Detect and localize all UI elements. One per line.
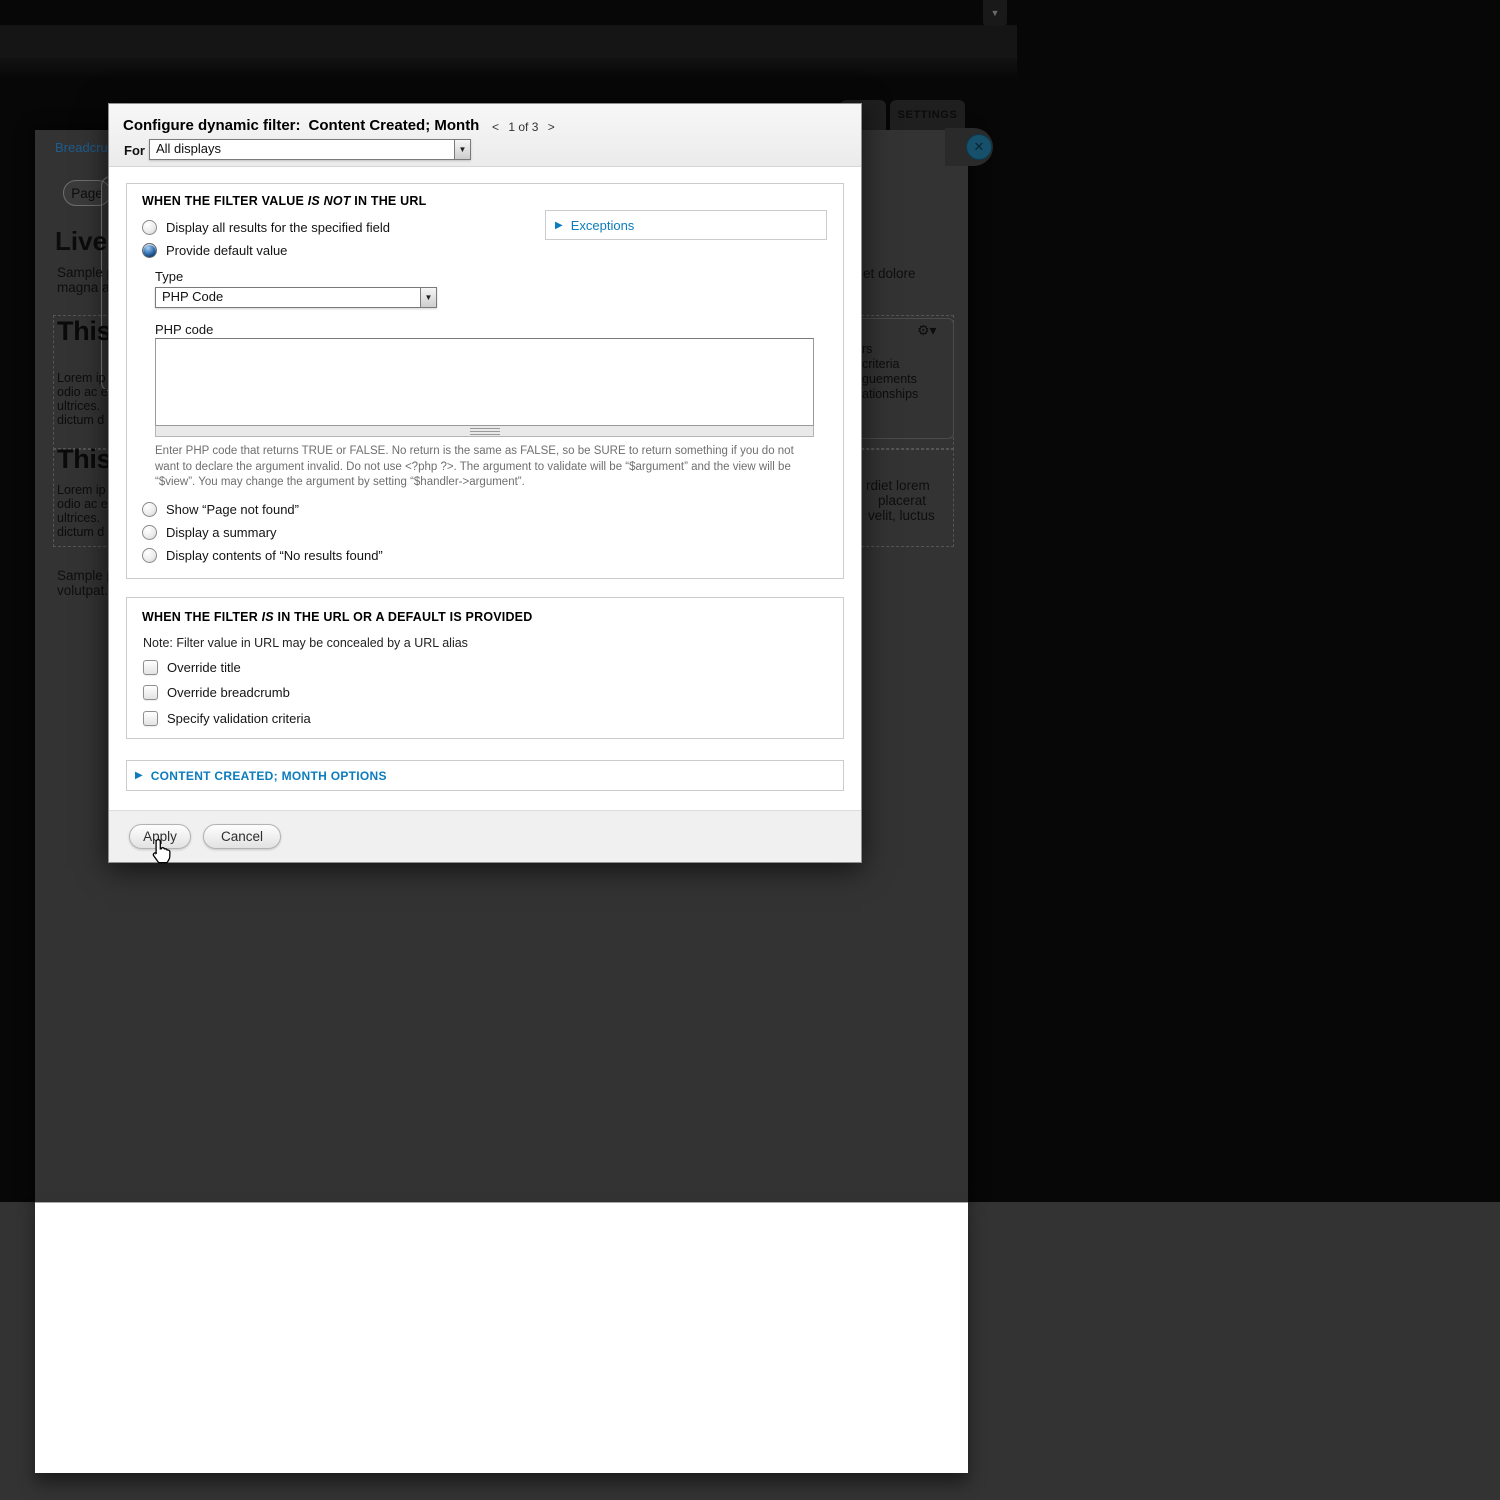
display-tab-page-label: Page [71,186,103,201]
tab-settings[interactable]: SETTINGS [890,100,965,130]
chevron-down-icon: ▼ [454,140,470,159]
gear-icon[interactable]: ⚙▾ [917,322,937,339]
modal-title-item: Content Created; Month [309,117,480,134]
exceptions-toggle[interactable]: ▶ Exceptions [545,210,827,240]
page-lower-area [35,1202,968,1473]
fieldset-filter-not-in-url: WHEN THE FILTER VALUE IS NOT IN THE URL … [126,183,844,579]
for-display-select[interactable]: All displays ▼ [149,139,471,160]
type-select-value: PHP Code [156,288,420,307]
preview-heading-1: This [57,316,111,347]
live-heading: Live [55,226,107,257]
radio-display-summary[interactable]: Display a summary [142,525,277,540]
modal-header: Configure dynamic filter:Content Created… [109,104,861,167]
for-label: For [124,143,145,158]
mouse-cursor-hand [150,838,174,871]
checkbox-icon [143,711,158,726]
radio-provide-default-value[interactable]: Provide default value [142,243,287,258]
preview-lorem-2: Lorem ip odio ac e ultrices. dictum d [57,483,108,539]
chevron-down-icon: ▼ [420,288,436,307]
toolbar-fade [0,58,1017,80]
sample-paragraph-bottom: Sample p volutpat. [57,568,114,598]
preview-lorem-1: Lorem ip odio ac e ultrices. dictum d [57,371,108,427]
toolbar-collapse-button[interactable]: ▼ [983,0,1007,26]
php-help-text: Enter PHP code that returns TRUE or FALS… [155,444,807,491]
chevron-down-icon: ▼ [991,8,1000,18]
type-label: Type [155,269,183,284]
radio-display-all-results[interactable]: Display all results for the specified fi… [142,220,390,235]
radio-icon [142,220,157,235]
section1-header: WHEN THE FILTER VALUE IS NOT IN THE URL [142,194,426,208]
radio-page-not-found[interactable]: Show “Page not found” [142,502,299,517]
views-column-items: rs criteria guements ationships [862,342,918,402]
checkbox-icon [143,685,158,700]
admin-toolbar [0,25,1017,58]
configure-filter-modal: Configure dynamic filter:Content Created… [108,103,862,863]
month-options-label: CONTENT CREATED; MONTH OPTIONS [151,769,387,783]
radio-icon [142,502,157,517]
php-code-label: PHP code [155,322,213,337]
checkbox-override-title[interactable]: Override title [143,660,241,675]
checkbox-icon [143,660,158,675]
php-code-textarea[interactable] [155,338,814,426]
modal-footer: Apply Cancel [109,810,861,862]
fieldset-filter-in-url: WHEN THE FILTER IS IN THE URL OR A DEFAU… [126,597,844,739]
triangle-right-icon: ▶ [135,770,143,781]
checkbox-specify-validation[interactable]: Specify validation criteria [143,711,311,726]
radio-icon [142,525,157,540]
month-options-toggle[interactable]: ▶ CONTENT CREATED; MONTH OPTIONS [126,760,844,791]
for-display-select-value: All displays [150,140,454,159]
cancel-button[interactable]: Cancel [203,824,281,849]
section2-header: WHEN THE FILTER IS IN THE URL OR A DEFAU… [142,610,532,624]
modal-title: Configure dynamic filter:Content Created… [123,117,479,134]
checkbox-override-breadcrumb[interactable]: Override breadcrumb [143,685,290,700]
sample-paragraph-top: Sample p magna al [57,265,114,295]
radio-selected-icon [142,243,157,258]
preview-heading-2: This [57,444,111,475]
sample-fragment-right: et dolore [863,266,916,281]
tab-settings-label: SETTINGS [898,109,958,121]
pager-text: 1 of 3 [508,120,538,134]
radio-no-results[interactable]: Display contents of “No results found” [142,548,383,563]
grip-lines-icon [470,428,500,435]
triangle-right-icon: ▶ [555,220,563,231]
exceptions-label: Exceptions [571,218,635,233]
type-select[interactable]: PHP Code ▼ [155,287,437,308]
pager-prev[interactable]: < [492,120,499,134]
preview-lorem-right: rdiet lorem placerat velit, luctus [866,478,935,523]
modal-pager: < 1 of 3 > [489,120,558,134]
pager-next[interactable]: > [548,120,555,134]
close-button[interactable]: ✕ [966,134,992,160]
url-alias-note: Note: Filter value in URL may be conceal… [143,636,468,650]
radio-icon [142,548,157,563]
close-icon: ✕ [974,139,985,155]
textarea-resize-grippie[interactable] [155,426,814,437]
